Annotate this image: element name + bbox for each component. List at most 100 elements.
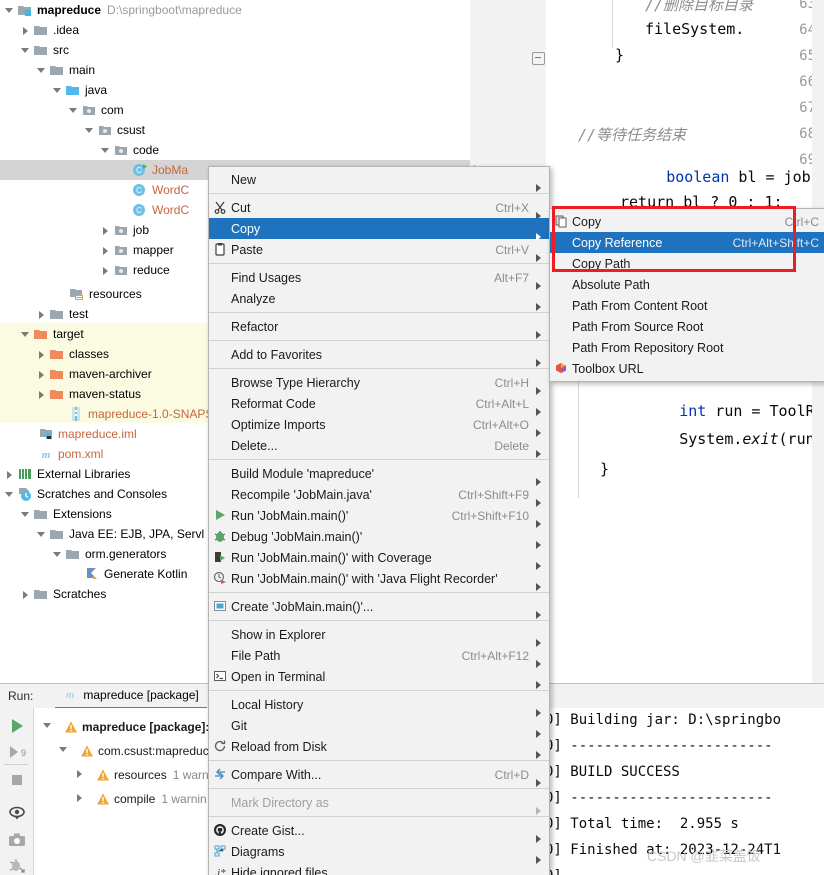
tree-label: csust (117, 123, 146, 137)
menu-item-refactor[interactable]: Refactor (209, 316, 549, 339)
chevron-down-icon[interactable] (42, 720, 53, 731)
menu-item-add-to-favorites[interactable]: Add to Favorites (209, 344, 549, 367)
chevron-down-icon[interactable] (36, 529, 47, 540)
menu-item-open-in-terminal[interactable]: Open in Terminal (209, 666, 549, 689)
submenu-item-copy-reference[interactable]: Copy Reference Ctrl+Alt+Shift+C (550, 232, 824, 253)
tree-row[interactable]: java (0, 80, 470, 100)
build-tree-row[interactable]: compile 1 warnin (77, 788, 207, 809)
chevron-down-icon[interactable] (100, 145, 111, 156)
build-tree-row[interactable]: resources 1 warn (77, 764, 209, 785)
chevron-down-icon[interactable] (4, 5, 15, 16)
menu-item-create-gist[interactable]: Create Gist... (209, 820, 549, 843)
menu-icon-placeholder (550, 277, 572, 293)
menu-item-run-with-jfr[interactable]: Run 'JobMain.main()' with 'Java Flight R… (209, 568, 549, 591)
submenu-item-path-from-repository-root[interactable]: Path From Repository Root (550, 337, 824, 358)
menu-item-new[interactable]: New (209, 169, 549, 192)
tree-row[interactable]: mapreduce D:\springboot\mapreduce (0, 0, 470, 20)
chevron-down-icon[interactable] (20, 329, 31, 340)
chevron-down-icon[interactable] (20, 509, 31, 520)
chevron-right-icon[interactable] (74, 768, 85, 779)
soft-wrap-icon[interactable] (7, 803, 27, 823)
menu-item-optimize-imports[interactable]: Optimize Imports Ctrl+Alt+O (209, 414, 549, 437)
stop-icon[interactable] (7, 770, 27, 790)
package-icon (113, 242, 129, 258)
project-path: D:\springboot\mapreduce (107, 3, 242, 17)
menu-item-git[interactable]: Git (209, 715, 549, 738)
submenu-item-toolbox-url[interactable]: Toolbox URL (550, 358, 824, 379)
chevron-right-icon[interactable] (100, 225, 111, 236)
menu-item-find-usages[interactable]: Find Usages Alt+F7 (209, 267, 549, 290)
menu-item-show-in-explorer[interactable]: Show in Explorer (209, 624, 549, 647)
menu-item-debug[interactable]: Debug 'JobMain.main()' (209, 526, 549, 549)
tree-label: Scratches (53, 587, 107, 601)
menu-item-run[interactable]: Run 'JobMain.main()' Ctrl+Shift+F10 (209, 505, 549, 528)
submenu-item-copy[interactable]: Copy Ctrl+C (550, 211, 824, 232)
menu-item-file-path[interactable]: File Path Ctrl+Alt+F12 (209, 645, 549, 668)
menu-label: Run 'JobMain.main()' with Coverage (231, 550, 432, 565)
chevron-down-icon[interactable] (36, 65, 47, 76)
chevron-down-icon[interactable] (52, 85, 63, 96)
menu-item-local-history[interactable]: Local History (209, 694, 549, 717)
tree-label: JobMa (152, 163, 189, 177)
tree-row[interactable]: src (0, 40, 470, 60)
menu-item-copy[interactable]: Copy (209, 218, 549, 241)
menu-item-hide-ignored-files[interactable]: .i* Hide ignored files (209, 862, 549, 875)
menu-item-delete[interactable]: Delete... Delete (209, 435, 549, 458)
menu-item-build-module[interactable]: Build Module 'mapreduce' (209, 463, 549, 486)
chevron-right-icon[interactable] (100, 245, 111, 256)
menu-separator (209, 760, 549, 761)
rerun-icon[interactable] (7, 716, 27, 736)
chevron-down-icon[interactable] (20, 45, 31, 56)
menu-item-run-with-coverage[interactable]: Run 'JobMain.main()' with Coverage (209, 547, 549, 570)
build-tree-row[interactable]: com.csust:mapreduc (59, 740, 209, 761)
code-fold-marker[interactable] (532, 52, 545, 65)
chevron-right-icon[interactable] (36, 389, 47, 400)
menu-label: Local History (231, 697, 304, 712)
menu-icon-placeholder (550, 235, 572, 251)
tree-row[interactable]: main (0, 60, 470, 80)
menu-item-diagrams[interactable]: Diagrams (209, 841, 549, 864)
chevron-down-icon[interactable] (52, 549, 63, 560)
chevron-down-icon[interactable] (84, 125, 95, 136)
build-tree-row[interactable]: mapreduce [package]: (43, 716, 209, 737)
tree-row[interactable]: csust (0, 120, 470, 140)
chevron-down-icon[interactable] (4, 489, 15, 500)
chevron-right-icon[interactable] (74, 792, 85, 803)
menu-icon-placeholder (209, 438, 231, 454)
submenu-shortcut: Ctrl+Alt+Shift+C (732, 235, 819, 250)
chevron-right-icon[interactable] (36, 349, 47, 360)
submenu-item-path-from-content-root[interactable]: Path From Content Root (550, 295, 824, 316)
rerun-failed-icon[interactable]: 9 (7, 742, 27, 762)
menu-item-create-config[interactable]: Create 'JobMain.main()'... (209, 596, 549, 619)
run-tab-mapreduce[interactable]: m mapreduce [package] (55, 684, 207, 709)
menu-item-recompile[interactable]: Recompile 'JobMain.java' Ctrl+Shift+F9 (209, 484, 549, 507)
menu-item-paste[interactable]: Paste Ctrl+V (209, 239, 549, 262)
chevron-right-icon[interactable] (4, 469, 15, 480)
tree-row[interactable]: .idea (0, 20, 470, 40)
chevron-right-icon[interactable] (36, 309, 47, 320)
menu-item-analyze[interactable]: Analyze (209, 288, 549, 311)
tree-row[interactable]: code (0, 140, 470, 160)
context-menu[interactable]: New Cut Ctrl+X Copy Paste Ctrl+V Find Us… (208, 166, 550, 875)
screenshot-icon[interactable] (7, 830, 27, 850)
code-text: } (615, 46, 625, 64)
menu-item-reload-from-disk[interactable]: Reload from Disk (209, 736, 549, 759)
copy-submenu[interactable]: Copy Ctrl+C Copy Reference Ctrl+Alt+Shif… (549, 208, 824, 382)
chevron-right-icon[interactable] (20, 25, 31, 36)
menu-item-browse-type-hierarchy[interactable]: Browse Type Hierarchy Ctrl+H (209, 372, 549, 395)
submenu-item-absolute-path[interactable]: Absolute Path (550, 274, 824, 295)
chevron-right-icon[interactable] (100, 265, 111, 276)
chevron-down-icon[interactable] (58, 744, 69, 755)
java-class-runnable-icon: C (132, 162, 148, 178)
tree-row[interactable]: com (0, 100, 470, 120)
submenu-item-path-from-source-root[interactable]: Path From Source Root (550, 316, 824, 337)
submenu-item-copy-path[interactable]: Copy Path (550, 253, 824, 274)
thread-dump-icon[interactable] (7, 856, 27, 875)
chevron-down-icon[interactable] (68, 105, 79, 116)
menu-item-cut[interactable]: Cut Ctrl+X (209, 197, 549, 220)
chevron-right-icon[interactable] (36, 369, 47, 380)
chevron-right-icon[interactable] (20, 589, 31, 600)
menu-item-reformat-code[interactable]: Reformat Code Ctrl+Alt+L (209, 393, 549, 416)
run-toolbar[interactable]: 9 (0, 708, 34, 875)
menu-item-compare-with[interactable]: Compare With... Ctrl+D (209, 764, 549, 787)
